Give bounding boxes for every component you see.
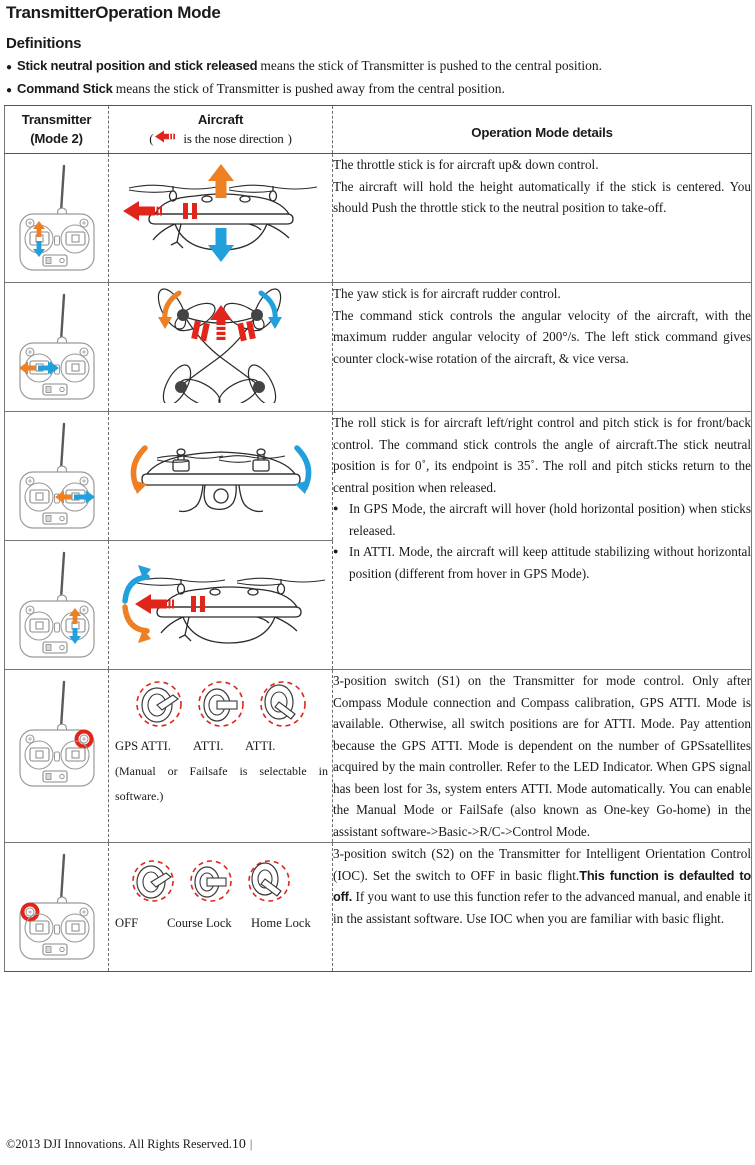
table-row-s1-mode-switch: GPS ATTI. ATTI. ATTI. (Manual or Failsaf… bbox=[4, 669, 752, 843]
definition-item-2: ● Command Stick means the stick of Transm… bbox=[6, 80, 751, 99]
transmitter-s2-switch-highlight-icon bbox=[5, 843, 108, 971]
cell-details-throttle: The throttle stick is for aircraft up& d… bbox=[332, 153, 752, 283]
header-aircraft-label: Aircraft bbox=[197, 112, 244, 127]
definition-term-2: Command Stick bbox=[17, 81, 113, 96]
definition-text-2: means the stick of Transmitter is pushed… bbox=[115, 81, 505, 96]
page: TransmitterOperation Mode Definitions ● … bbox=[0, 3, 755, 1165]
switch-label-2: ATTI. bbox=[193, 739, 224, 753]
cell-transmitter-throttle bbox=[4, 153, 109, 283]
table-row-roll: The roll stick is for aircraft left/righ… bbox=[4, 411, 752, 670]
cell-transmitter-s2 bbox=[4, 842, 109, 972]
transmitter-left-stick-vertical-icon bbox=[5, 154, 108, 282]
aircraft-side-view-pitch-icon bbox=[109, 541, 332, 667]
details-s2-post: If you want to use this function refer t… bbox=[333, 889, 751, 926]
details-line-2: The aircraft will hold the height automa… bbox=[333, 178, 751, 216]
definition-item-1: ● Stick neutral position and stick relea… bbox=[6, 57, 751, 76]
table-row-s2-ioc-switch: OFF Course Lock Home Lock 3-position swi… bbox=[4, 842, 752, 972]
cell-aircraft-throttle bbox=[108, 153, 333, 283]
switch-icon-group-s2 bbox=[109, 843, 332, 911]
bullet-icon: ● bbox=[6, 62, 13, 73]
switch-label-2: Course Lock bbox=[167, 916, 232, 930]
header-aircraft-paren-open: ( bbox=[149, 131, 154, 146]
cell-details-s1: 3-position switch (S1) on the Transmitte… bbox=[332, 669, 752, 843]
aircraft-side-view-up-down-icon bbox=[109, 154, 332, 274]
cell-aircraft-roll bbox=[108, 411, 333, 541]
nose-direction-arrow-icon bbox=[155, 129, 181, 148]
cell-switch-positions-s2: OFF Course Lock Home Lock bbox=[108, 842, 333, 972]
transmitter-right-stick-vertical-icon bbox=[5, 541, 108, 669]
operation-mode-table: Transmitter (Mode 2) Aircraft (is the n… bbox=[4, 105, 752, 972]
header-details: Operation Mode details bbox=[332, 105, 752, 154]
cell-transmitter-pitch bbox=[4, 540, 109, 670]
cell-transmitter-yaw bbox=[4, 282, 109, 412]
footer-bar: | bbox=[249, 1137, 253, 1151]
cell-transmitter-s1 bbox=[4, 669, 109, 843]
header-aircraft-paren-close: ) bbox=[287, 131, 292, 146]
header-details-label: Operation Mode details bbox=[471, 125, 613, 140]
header-aircraft-sub-text: is the nose direction bbox=[183, 131, 284, 146]
header-transmitter: Transmitter (Mode 2) bbox=[4, 105, 109, 154]
section-heading: Definitions bbox=[6, 35, 82, 52]
cell-details-s2: 3-position switch (S2) on the Transmitte… bbox=[332, 842, 752, 972]
cell-details-roll-pitch: The roll stick is for aircraft left/righ… bbox=[332, 411, 752, 670]
footer-copyright: ©2013 DJI Innovations. All Rights Reserv… bbox=[6, 1137, 232, 1151]
footer: ©2013 DJI Innovations. All Rights Reserv… bbox=[6, 1136, 252, 1153]
definition-text-1: means the stick of Transmitter is pushed… bbox=[260, 58, 602, 73]
definition-term-1: Stick neutral position and stick release… bbox=[17, 58, 258, 73]
details-bullet-atti: In ATTI. Mode, the aircraft will keep at… bbox=[333, 541, 751, 584]
transmitter-left-stick-horizontal-icon bbox=[5, 283, 108, 411]
cell-switch-positions-s1: GPS ATTI. ATTI. ATTI. (Manual or Failsaf… bbox=[108, 669, 333, 843]
details-roll-paragraph: The roll stick is for aircraft left/righ… bbox=[333, 415, 751, 495]
transmitter-right-stick-horizontal-icon bbox=[5, 412, 108, 540]
switch-labels-s1: GPS ATTI. ATTI. ATTI. bbox=[109, 736, 332, 759]
details-line-1: The yaw stick is for aircraft rudder con… bbox=[333, 286, 561, 301]
cell-transmitter-roll bbox=[4, 411, 109, 541]
switch-label-3: ATTI. bbox=[245, 739, 276, 753]
header-transmitter-sub: (Mode 2) bbox=[30, 131, 83, 146]
details-line-2: The command stick controls the angular v… bbox=[333, 307, 751, 366]
cell-aircraft-pitch bbox=[108, 540, 333, 670]
aircraft-front-view-roll-icon bbox=[109, 412, 332, 530]
switch-label-1: GPS ATTI. bbox=[115, 739, 171, 753]
transmitter-s1-switch-highlight-icon bbox=[5, 670, 108, 798]
footer-page-number: 10 bbox=[231, 1137, 246, 1152]
switch-labels-s2: OFF Course Lock Home Lock bbox=[109, 911, 332, 938]
details-s2-paragraph: 3-position switch (S2) on the Transmitte… bbox=[333, 843, 751, 929]
details-bullet-gps: In GPS Mode, the aircraft will hover (ho… bbox=[333, 498, 751, 541]
page-title: TransmitterOperation Mode bbox=[6, 3, 221, 22]
table-header-row: Transmitter (Mode 2) Aircraft (is the n… bbox=[4, 105, 752, 154]
details-line-1: The throttle stick is for aircraft up& d… bbox=[333, 157, 599, 172]
cell-aircraft-yaw bbox=[108, 282, 333, 412]
switch-icon-group-s1 bbox=[109, 670, 332, 736]
details-s1-paragraph: 3-position switch (S1) on the Transmitte… bbox=[333, 673, 751, 839]
table-row-throttle: The throttle stick is for aircraft up& d… bbox=[4, 153, 752, 283]
cell-details-yaw: The yaw stick is for aircraft rudder con… bbox=[332, 282, 752, 412]
switch-label-1: OFF bbox=[115, 916, 139, 930]
header-aircraft: Aircraft ( is the nose direction) bbox=[108, 105, 333, 154]
header-transmitter-label: Transmitter bbox=[21, 112, 92, 127]
bullet-icon: ● bbox=[6, 85, 13, 96]
switch-label-3: Home Lock bbox=[251, 916, 311, 930]
details-bullet-list: In GPS Mode, the aircraft will hover (ho… bbox=[333, 498, 751, 584]
switch-note-s1: (Manual or Failsafe is selectable in sof… bbox=[115, 764, 328, 803]
table-row-yaw: The yaw stick is for aircraft rudder con… bbox=[4, 282, 752, 412]
aircraft-top-view-yaw-icon bbox=[109, 283, 332, 407]
